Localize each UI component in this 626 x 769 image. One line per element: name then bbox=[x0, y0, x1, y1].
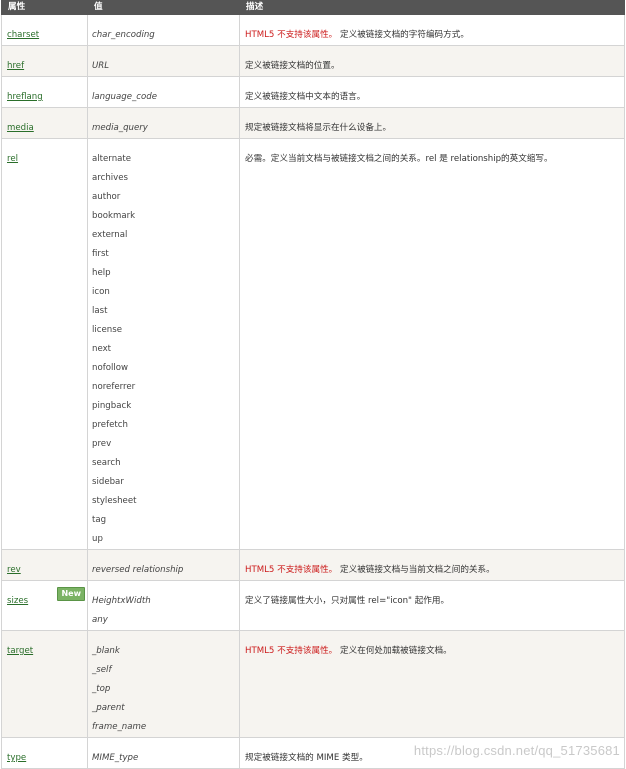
desc-cell: 定义被链接文档中文本的语言。 bbox=[239, 76, 625, 108]
table-row: href URL 定义被链接文档的位置。 bbox=[1, 45, 625, 77]
value-item: reversed relationship bbox=[92, 565, 184, 575]
desc-text: 必需。定义当前文档与被链接文档之间的关系。rel 是 relationship的… bbox=[245, 154, 553, 164]
value-cell: HeightxWidth any bbox=[87, 580, 240, 631]
watermark: https://blog.csdn.net/qq_51735681 bbox=[413, 743, 620, 758]
value-item: bookmark bbox=[92, 211, 136, 221]
value-item: sidebar bbox=[92, 477, 124, 487]
attr-cell: rev bbox=[1, 549, 88, 581]
value-item: _self bbox=[92, 665, 112, 675]
header-value: 值 bbox=[87, 0, 240, 15]
value-item: help bbox=[92, 268, 111, 278]
attr-link-href[interactable]: href bbox=[7, 61, 24, 71]
value-cell: MIME_type bbox=[87, 737, 240, 769]
desc-cell: 定义被链接文档的位置。 bbox=[239, 45, 625, 77]
value-item: external bbox=[92, 230, 128, 240]
value-item: stylesheet bbox=[92, 496, 137, 506]
desc-cell: 定义了链接属性大小，只对属性 rel="icon" 起作用。 bbox=[239, 580, 625, 631]
attr-link-rev[interactable]: rev bbox=[7, 565, 21, 575]
value-cell: _blank _self _top _parent frame_name bbox=[87, 630, 240, 738]
value-item: _top bbox=[92, 684, 111, 694]
table-row: media media_query 规定被链接文档将显示在什么设备上。 bbox=[1, 107, 625, 139]
attr-cell: charset bbox=[1, 14, 88, 46]
value-item: icon bbox=[92, 287, 110, 297]
value-item: license bbox=[92, 325, 122, 335]
value-item: frame_name bbox=[92, 722, 147, 732]
desc-text: 定义被链接文档与当前文档之间的关系。 bbox=[340, 565, 495, 575]
value-item: next bbox=[92, 344, 112, 354]
value-item: media_query bbox=[92, 123, 148, 133]
value-item: prefetch bbox=[92, 420, 128, 430]
deprecated-note: HTML5 不支持该属性。 bbox=[245, 646, 338, 656]
desc-cell: 必需。定义当前文档与被链接文档之间的关系。rel 是 relationship的… bbox=[239, 138, 625, 550]
value-item: tag bbox=[92, 515, 107, 525]
value-item: language_code bbox=[92, 92, 158, 102]
attr-link-sizes[interactable]: sizes bbox=[7, 596, 28, 606]
desc-text: 规定被链接文档的 MIME 类型。 bbox=[245, 753, 368, 763]
attr-link-target[interactable]: target bbox=[7, 646, 33, 656]
attributes-table: 属性 值 描述 charset char_encoding HTML5 不支持该属性… bbox=[1, 0, 625, 769]
desc-cell: 规定被链接文档将显示在什么设备上。 bbox=[239, 107, 625, 139]
value-cell: char_encoding bbox=[87, 14, 240, 46]
value-cell: URL bbox=[87, 45, 240, 77]
new-badge: New bbox=[57, 587, 85, 601]
value-cell: media_query bbox=[87, 107, 240, 139]
value-item: up bbox=[92, 534, 103, 544]
table-body: charset char_encoding HTML5 不支持该属性。 定义被链接文… bbox=[1, 14, 625, 769]
value-item: HeightxWidth bbox=[92, 596, 151, 606]
table-row: hreflang language_code 定义被链接文档中文本的语言。 bbox=[1, 76, 625, 108]
desc-text: 规定被链接文档将显示在什么设备上。 bbox=[245, 123, 392, 133]
value-item: author bbox=[92, 192, 121, 202]
attr-link-type[interactable]: type bbox=[7, 753, 26, 763]
value-item: char_encoding bbox=[92, 30, 155, 40]
desc-text: 定义了链接属性大小，只对属性 rel="icon" 起作用。 bbox=[245, 596, 450, 606]
table-row: charset char_encoding HTML5 不支持该属性。 定义被链接文… bbox=[1, 14, 625, 46]
desc-text: 定义在何处加载被链接文档。 bbox=[340, 646, 452, 656]
desc-text: 定义被链接文档中文本的语言。 bbox=[245, 92, 366, 102]
table-row: target _blank _self _top _parent frame_name HT… bbox=[1, 630, 625, 738]
deprecated-note: HTML5 不支持该属性。 bbox=[245, 565, 338, 575]
value-cell: reversed relationship bbox=[87, 549, 240, 581]
value-item: noreferrer bbox=[92, 382, 136, 392]
table-row: rev reversed relationship HTML5 不支持该属性。 定义… bbox=[1, 549, 625, 581]
value-item: pingback bbox=[92, 401, 132, 411]
value-item: prev bbox=[92, 439, 112, 449]
desc-cell: HTML5 不支持该属性。 定义在何处加载被链接文档。 bbox=[239, 630, 625, 738]
value-item: nofollow bbox=[92, 363, 129, 373]
value-item: any bbox=[92, 615, 108, 625]
desc-text: 定义被链接文档的位置。 bbox=[245, 61, 340, 71]
value-item: URL bbox=[92, 61, 110, 71]
attr-cell: type bbox=[1, 737, 88, 769]
attr-link-rel[interactable]: rel bbox=[7, 154, 18, 164]
header-attr: 属性 bbox=[1, 0, 88, 15]
value-item: archives bbox=[92, 173, 129, 183]
table-row: rel alternate archives author bookmark extern… bbox=[1, 138, 625, 550]
attr-cell: sizes New bbox=[1, 580, 88, 631]
desc-cell: HTML5 不支持该属性。 定义被链接文档的字符编码方式。 bbox=[239, 14, 625, 46]
attr-cell: hreflang bbox=[1, 76, 88, 108]
attr-cell: rel bbox=[1, 138, 88, 550]
attr-cell: target bbox=[1, 630, 88, 738]
attr-link-hreflang[interactable]: hreflang bbox=[7, 92, 43, 102]
table-header-row: 属性 值 描述 bbox=[1, 0, 625, 15]
value-item: _blank bbox=[92, 646, 120, 656]
desc-text: 定义被链接文档的字符编码方式。 bbox=[340, 30, 469, 40]
value-item: last bbox=[92, 306, 108, 316]
value-item: alternate bbox=[92, 154, 132, 164]
value-item: first bbox=[92, 249, 109, 259]
attr-cell: media bbox=[1, 107, 88, 139]
attr-link-charset[interactable]: charset bbox=[7, 30, 39, 40]
header-desc: 描述 bbox=[239, 0, 625, 15]
value-cell: language_code bbox=[87, 76, 240, 108]
desc-cell: HTML5 不支持该属性。 定义被链接文档与当前文档之间的关系。 bbox=[239, 549, 625, 581]
value-item: search bbox=[92, 458, 121, 468]
value-cell: alternate archives author bookmark external f… bbox=[87, 138, 240, 550]
value-item: _parent bbox=[92, 703, 125, 713]
table-row: sizes New HeightxWidth any 定义了链接属性大小，只对属性 re… bbox=[1, 580, 625, 631]
attr-link-media[interactable]: media bbox=[7, 123, 34, 133]
value-item: MIME_type bbox=[92, 753, 139, 763]
attr-cell: href bbox=[1, 45, 88, 77]
deprecated-note: HTML5 不支持该属性。 bbox=[245, 30, 338, 40]
